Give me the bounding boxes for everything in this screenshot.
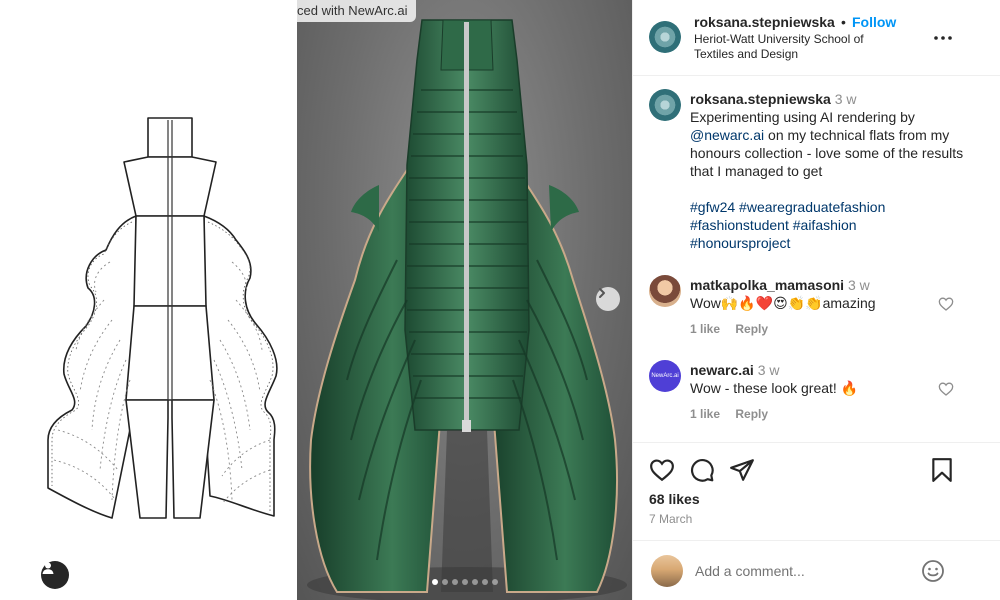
current-user-avatar bbox=[651, 555, 683, 587]
technical-flat-image bbox=[0, 0, 297, 600]
caption-avatar[interactable] bbox=[649, 89, 681, 121]
post-location[interactable]: Heriot-Watt University School of Textile… bbox=[694, 32, 904, 62]
mention-link[interactable]: @newarc.ai bbox=[690, 127, 764, 143]
comment-likes[interactable]: 1 like bbox=[690, 407, 720, 421]
comment-input[interactable] bbox=[695, 561, 915, 581]
reply-button[interactable]: Reply bbox=[735, 407, 768, 421]
post-actions: 68 likes 7 March bbox=[633, 442, 1000, 540]
hashtag-link[interactable]: #aifashion bbox=[793, 217, 857, 233]
commenter-avatar[interactable] bbox=[649, 275, 681, 307]
share-icon[interactable] bbox=[729, 457, 755, 483]
puffer-jacket-render bbox=[307, 19, 627, 600]
caption-text-start: Experimenting using AI rendering by bbox=[690, 109, 915, 125]
carousel-dot bbox=[461, 579, 468, 585]
instagram-post-modal: ced with NewArc.ai roksana.stepniewska •… bbox=[0, 0, 1000, 600]
add-comment-bar bbox=[633, 540, 1000, 600]
hashtag-link[interactable]: #fashionstudent bbox=[690, 217, 789, 233]
author-username[interactable]: roksana.stepniewska bbox=[694, 14, 835, 30]
caption-author[interactable]: roksana.stepniewska bbox=[690, 91, 831, 107]
carousel-dot bbox=[471, 579, 478, 585]
separator-dot: • bbox=[841, 14, 846, 30]
user-tag-icon bbox=[42, 562, 54, 574]
comment-text: Wow - these look great! 🔥 bbox=[690, 380, 859, 396]
post-header: roksana.stepniewska • Follow Heriot-Watt… bbox=[633, 0, 1000, 76]
heart-icon[interactable] bbox=[938, 296, 954, 312]
post-caption: roksana.stepniewska 3 w Experimenting us… bbox=[690, 90, 965, 252]
comment-time: 3 w bbox=[757, 362, 780, 378]
comment-actions: 1 like Reply bbox=[690, 407, 780, 421]
hashtag-link[interactable]: #honoursproject bbox=[690, 235, 790, 251]
comment-author[interactable]: matkapolka_mamasoni bbox=[690, 277, 844, 293]
carousel-dot bbox=[451, 579, 458, 585]
comment-time: 3 w bbox=[847, 277, 870, 293]
chevron-right-icon bbox=[599, 288, 605, 298]
carousel-next-button[interactable] bbox=[596, 287, 620, 311]
caption-time: 3 w bbox=[834, 91, 857, 107]
reply-button[interactable]: Reply bbox=[735, 322, 768, 336]
follow-button[interactable]: Follow bbox=[852, 14, 896, 30]
more-options-button[interactable] bbox=[933, 28, 953, 48]
hashtag-list: #gfw24 #wearegraduatefashion #fashionstu… bbox=[690, 198, 965, 252]
author-avatar[interactable] bbox=[649, 21, 681, 53]
bookmark-icon[interactable] bbox=[929, 457, 955, 483]
comments-section: roksana.stepniewska 3 w Experimenting us… bbox=[633, 77, 1000, 441]
heart-icon[interactable] bbox=[649, 457, 675, 483]
commenter-avatar[interactable]: NewArc.ai bbox=[649, 360, 681, 392]
like-count[interactable]: 68 likes bbox=[649, 491, 700, 507]
technical-flat-drawing bbox=[47, 117, 278, 519]
more-icon bbox=[934, 36, 952, 40]
comment-item: matkapolka_mamasoni 3 w Wow🙌🔥❤️😍👏👏amazin… bbox=[690, 276, 950, 312]
carousel-dot bbox=[431, 579, 438, 585]
hashtag-link[interactable]: #wearegraduatefashion bbox=[739, 199, 885, 215]
comment-item: newarc.ai 3 w Wow - these look great! 🔥 bbox=[690, 361, 950, 397]
carousel-dot bbox=[441, 579, 448, 585]
tagged-user-button[interactable] bbox=[41, 561, 69, 589]
comment-likes[interactable]: 1 like bbox=[690, 322, 720, 336]
post-date: 7 March bbox=[649, 512, 693, 526]
comment-actions: 1 like Reply bbox=[690, 322, 780, 336]
image-credit-label: ced with NewArc.ai bbox=[297, 0, 416, 22]
ai-render-image: ced with NewArc.ai bbox=[297, 0, 632, 600]
heart-icon[interactable] bbox=[938, 381, 954, 397]
comment-icon[interactable] bbox=[689, 457, 715, 483]
carousel-dot bbox=[481, 579, 488, 585]
post-sidebar: roksana.stepniewska • Follow Heriot-Watt… bbox=[632, 0, 1000, 600]
avatar-logo-text: NewArc.ai bbox=[651, 373, 679, 379]
carousel-dot bbox=[491, 579, 498, 585]
hashtag-link[interactable]: #gfw24 bbox=[690, 199, 735, 215]
comment-text: Wow🙌🔥❤️😍👏👏amazing bbox=[690, 295, 876, 311]
comment-author[interactable]: newarc.ai bbox=[690, 362, 754, 378]
carousel-indicator bbox=[297, 579, 632, 585]
emoji-icon[interactable] bbox=[921, 559, 945, 583]
